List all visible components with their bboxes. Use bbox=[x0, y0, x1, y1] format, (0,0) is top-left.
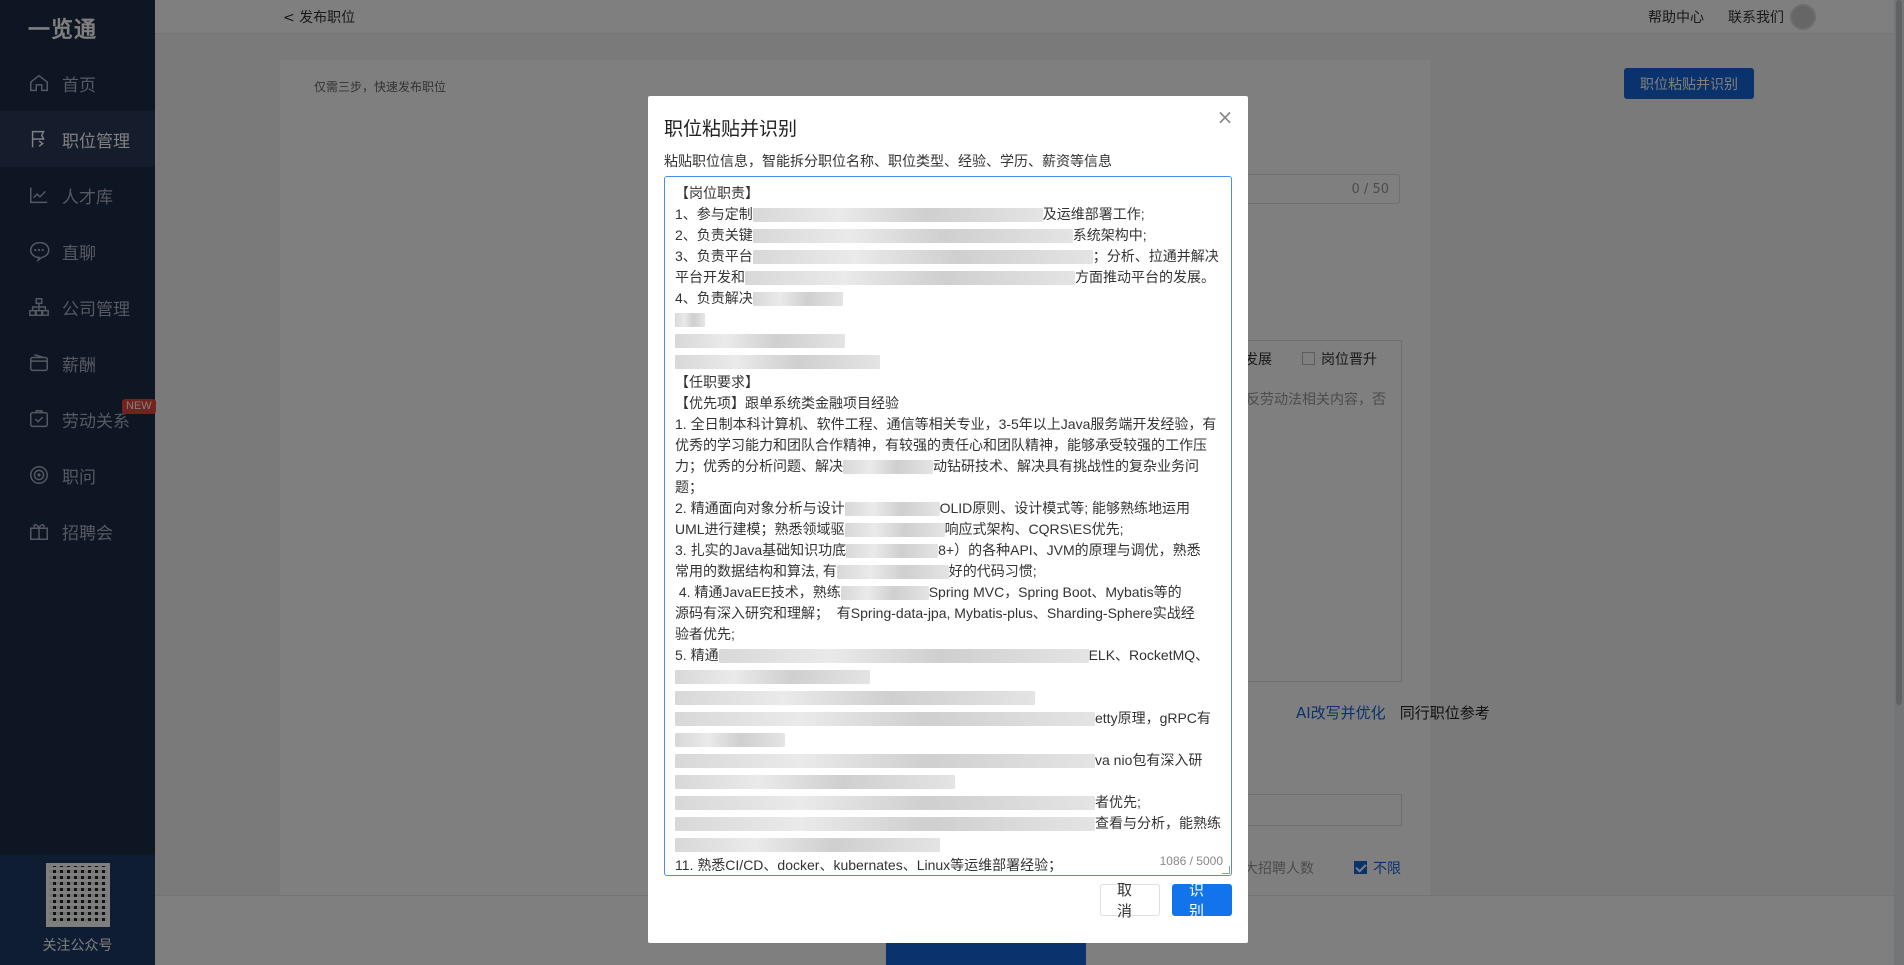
modal-footer: 取消 识别 bbox=[1100, 881, 1232, 920]
text-line: 11. 熟悉CI/CD、docker、kubernates、Linux等运维部署… bbox=[675, 857, 1063, 873]
job-paste-textarea[interactable]: 【岗位职责】 1、参与定制 及运维部署工作; 2、负责关键 系统架构中; 3、负责平… bbox=[664, 176, 1232, 876]
text-line bbox=[675, 666, 1221, 687]
text-line: 者优先; bbox=[675, 792, 1221, 813]
text-line: 验者优先; bbox=[675, 626, 735, 642]
text-line: 3、负责平台 ；分析、拉通并解决 bbox=[675, 248, 1219, 265]
text-line: 4. 精通JavaEE技术，熟练 Spring MVC，Spring Boot、M… bbox=[675, 584, 1182, 601]
text-line: 【优先项】跟单系统类金融项目经验 bbox=[675, 395, 899, 411]
text-line: 力；优秀的分析问题、解决 动钻研技术、解决具有挑战性的复杂业务问 bbox=[675, 458, 1199, 475]
text-line bbox=[675, 771, 1221, 792]
text-line: 1、参与定制 及运维部署工作; bbox=[675, 206, 1145, 223]
text-line: 5. 精通 ELK、RocketMQ、 bbox=[675, 647, 1210, 664]
text-line: 平台开发和 方面推动平台的发展。 bbox=[675, 269, 1215, 286]
text-line: etty原理，gRPC有 bbox=[675, 708, 1221, 729]
modal-description: 粘贴职位信息，智能拆分职位名称、职位类型、经验、学历、薪资等信息 bbox=[664, 154, 1112, 170]
text-line bbox=[675, 309, 1221, 330]
text-line: 3. 扎实的Java基础知识功底 8+）的各种API、JVM的原理与调优，熟悉 bbox=[675, 542, 1201, 559]
text-line: va nio包有深入研 bbox=[675, 750, 1221, 771]
text-line: UML进行建模；熟悉领域驱 响应式架构、CQRS\ES优先; bbox=[675, 521, 1124, 538]
resize-handle-icon[interactable] bbox=[1222, 866, 1230, 874]
text-line: 4、负责解决 bbox=[675, 288, 1221, 309]
text-line: 【任职要求】 bbox=[675, 374, 759, 390]
text-line bbox=[675, 330, 1221, 351]
modal-title: 职位粘贴并识别 bbox=[664, 118, 798, 140]
text-line: 2. 精通面向对象分析与设计 OLID原则、设计模式等; 能够熟练地运用 bbox=[675, 500, 1191, 517]
close-icon[interactable]: × bbox=[1216, 107, 1234, 127]
text-line bbox=[675, 351, 1221, 372]
recognize-button[interactable]: 识别 bbox=[1172, 881, 1232, 920]
text-line: 优秀的学习能力和团队合作精神，有较强的责任心和团队精神，能够承受较强的工作压 bbox=[675, 437, 1207, 453]
cancel-button[interactable]: 取消 bbox=[1100, 881, 1160, 920]
text-line: 题； bbox=[675, 479, 703, 495]
text-line: 源码有深入研究和理解； 有Spring-data-jpa, Mybatis-pl… bbox=[675, 605, 1195, 621]
text-line: 2、负责关键 系统架构中; bbox=[675, 227, 1147, 244]
text-line bbox=[675, 729, 1221, 750]
text-line: 查看与分析，能熟练 bbox=[675, 813, 1221, 834]
text-line: 1. 全日制本科计算机、软件工程、通信等相关专业，3-5年以上Java服务端开发… bbox=[675, 416, 1217, 432]
text-line: 常用的数据结构和算法, 有好的代码习惯; bbox=[675, 563, 1037, 580]
text-line bbox=[675, 834, 1221, 855]
text-line: 【岗位职责】 bbox=[675, 185, 759, 201]
paste-recognize-modal: × 职位粘贴并识别 粘贴职位信息，智能拆分职位名称、职位类型、经验、学历、薪资等… bbox=[648, 96, 1248, 943]
char-counter: 1086 / 5000 bbox=[1153, 851, 1223, 872]
text-line bbox=[675, 687, 1221, 708]
